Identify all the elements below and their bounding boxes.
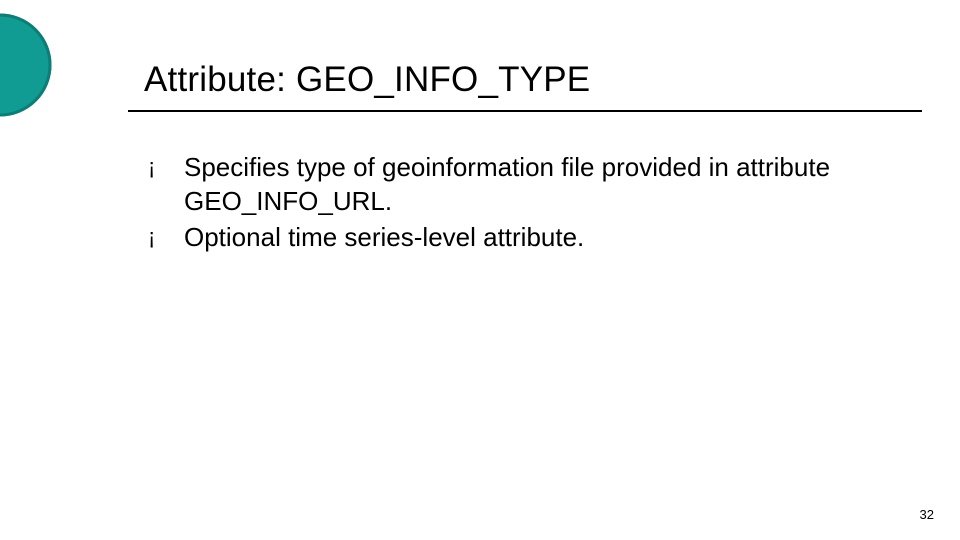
bullet-text: Optional time series-level attribute.: [184, 220, 908, 254]
list-item: ¡ Optional time series-level attribute.: [148, 220, 908, 254]
bullet-list: ¡ Specifies type of geoinformation file …: [148, 150, 908, 256]
corner-ornament-icon: [0, 10, 55, 120]
page-number: 32: [920, 507, 934, 522]
list-item: ¡ Specifies type of geoinformation file …: [148, 150, 908, 218]
slide-title: Attribute: GEO_INFO_TYPE: [144, 60, 590, 100]
bullet-marker-icon: ¡: [148, 220, 184, 254]
title-underline: [128, 110, 922, 112]
bullet-text: Specifies type of geoinformation file pr…: [184, 150, 908, 218]
bullet-marker-icon: ¡: [148, 150, 184, 184]
